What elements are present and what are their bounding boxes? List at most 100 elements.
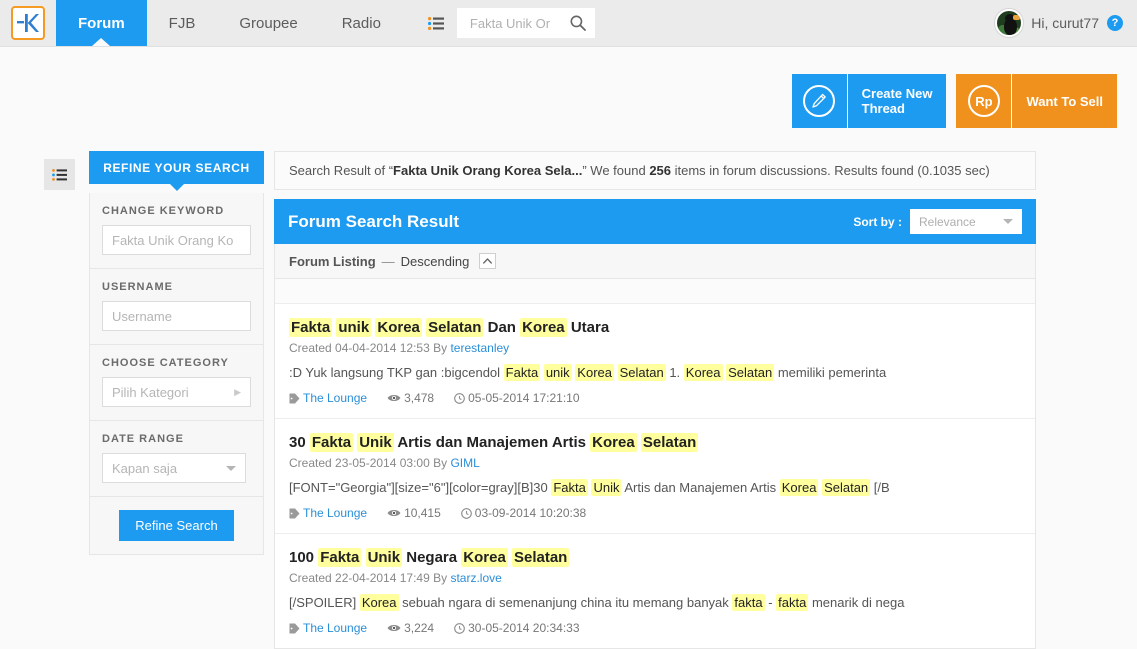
refine-field-category: CHOOSE CATEGORY Pilih Kategori ▶ — [90, 345, 263, 421]
result-created-line: Created 04-04-2014 12:53 By terestanley — [289, 341, 1021, 355]
clock-icon — [454, 622, 465, 634]
tag-icon — [289, 393, 300, 403]
chevron-right-icon: ▶ — [234, 386, 241, 397]
highlighted-term: Korea — [375, 318, 422, 337]
pencil-circle — [803, 85, 836, 117]
refine-field-keyword: CHANGE KEYWORD — [90, 193, 263, 269]
result-category[interactable]: The Lounge — [289, 621, 367, 635]
highlighted-term: Selatan — [726, 364, 775, 381]
summary-suffix: items in forum discussions. Results foun… — [671, 163, 990, 178]
result-author-link[interactable]: GIML — [450, 456, 479, 470]
kaskus-k-glyph — [17, 14, 39, 32]
summary-mid: ” We found — [582, 163, 650, 178]
text-fragment: Utara — [566, 319, 610, 336]
text-fragment: :D Yuk langsung TKP gan :bigcendol — [289, 365, 504, 380]
highlighted-term: Fakta — [309, 433, 354, 452]
sort-by-select[interactable]: Relevance — [910, 209, 1022, 234]
results-list: Fakta unik Korea Selatan Dan Korea Utara… — [274, 279, 1036, 649]
category-list-icon[interactable] — [421, 8, 451, 38]
search-result-item[interactable]: 30 Fakta Unik Artis dan Manajemen Artis … — [275, 419, 1035, 534]
refine-your-search-tab[interactable]: REFINE YOUR SEARCH — [89, 151, 264, 191]
search-result-item[interactable]: Fakta unik Korea Selatan Dan Korea Utara… — [275, 304, 1035, 419]
result-category[interactable]: The Lounge — [289, 391, 367, 405]
want-to-sell-button[interactable]: Rp Want To Sell — [956, 74, 1117, 128]
result-views: 10,415 — [387, 506, 441, 520]
help-icon[interactable]: ? — [1107, 15, 1123, 31]
result-created-label: Created 22-04-2014 17:49 By — [289, 571, 451, 585]
nav-search-box[interactable] — [456, 8, 595, 38]
highlighted-term: Unik — [591, 479, 622, 496]
result-category-link[interactable]: The Lounge — [303, 621, 367, 635]
rupiah-circle: Rp — [967, 85, 1000, 117]
highlighted-term: fakta — [776, 594, 809, 611]
result-category-link[interactable]: The Lounge — [303, 506, 367, 520]
choose-category-label: CHOOSE CATEGORY — [102, 357, 229, 369]
create-new-thread-button[interactable]: Create New Thread — [791, 74, 947, 128]
change-keyword-input[interactable] — [102, 225, 251, 255]
result-views-count: 3,478 — [404, 391, 435, 405]
collapse-listing-button[interactable] — [479, 253, 497, 269]
avatar[interactable] — [995, 9, 1024, 37]
chevron-up-icon — [483, 258, 493, 264]
highlighted-term: Selatan — [640, 433, 699, 452]
text-fragment — [361, 549, 365, 566]
change-keyword-label: CHANGE KEYWORD — [102, 205, 225, 217]
username-input[interactable] — [102, 301, 251, 331]
result-created-line: Created 22-04-2014 17:49 By starz.love — [289, 571, 1021, 585]
highlighted-term: Selatan — [822, 479, 871, 496]
result-author-link[interactable]: terestanley — [450, 341, 509, 355]
main-nav-tabs: Forum FJB Groupee Radio — [56, 0, 403, 46]
text-fragment: Dan — [483, 319, 521, 336]
user-menu[interactable]: Hi, curut77 ? — [995, 0, 1137, 46]
result-views: 3,478 — [387, 391, 434, 405]
highlighted-term: Korea — [683, 364, 723, 381]
tag-icon — [289, 623, 300, 633]
result-title[interactable]: 100 Fakta Unik Negara Korea Selatan — [289, 548, 1021, 568]
date-range-select[interactable]: Kapan saja — [102, 453, 246, 483]
choose-category-select[interactable]: Pilih Kategori ▶ — [102, 377, 251, 407]
text-fragment: 30 — [289, 434, 310, 451]
search-input[interactable] — [467, 14, 566, 32]
main-content: REFINE YOUR SEARCH CHANGE KEYWORD USERNA… — [0, 128, 1137, 649]
nav-tab-radio[interactable]: Radio — [320, 0, 403, 46]
search-summary: Search Result of “Fakta Unik Orang Korea… — [274, 151, 1036, 190]
result-category[interactable]: The Lounge — [289, 506, 367, 520]
sidebar-toggle-button[interactable] — [44, 159, 75, 190]
text-fragment: Artis dan Manajemen Artis — [621, 480, 780, 495]
result-meta: The Lounge 3,478 05-05-2014 17:21:10 — [289, 391, 1021, 405]
result-category-link[interactable]: The Lounge — [303, 391, 367, 405]
nav-tab-forum[interactable]: Forum — [56, 0, 147, 46]
active-tab-notch — [92, 38, 111, 46]
result-date-value: 03-09-2014 10:20:38 — [474, 506, 587, 520]
sort-by-label: Sort by : — [853, 214, 902, 229]
nav-tab-fjb[interactable]: FJB — [147, 0, 218, 46]
text-fragment: menarik di nega — [808, 595, 905, 610]
eye-icon — [387, 395, 401, 401]
kaskus-logo-icon[interactable] — [11, 6, 45, 40]
highlighted-term: Unik — [357, 433, 394, 452]
result-views-count: 3,224 — [404, 621, 435, 635]
highlighted-term: Korea — [359, 594, 399, 611]
summary-query: Fakta Unik Orang Korea Sela... — [393, 163, 583, 178]
nav-tab-groupee[interactable]: Groupee — [217, 0, 319, 46]
choose-category-value: Pilih Kategori — [112, 384, 189, 400]
result-created-label: Created 04-04-2014 12:53 By — [289, 341, 451, 355]
highlighted-term: Korea — [779, 479, 819, 496]
refine-search-button[interactable]: Refine Search — [119, 510, 234, 541]
results-top-spacer — [275, 279, 1035, 304]
highlighted-term: Fakta — [551, 479, 588, 496]
refine-footer: Refine Search — [90, 497, 263, 554]
result-title[interactable]: Fakta unik Korea Selatan Dan Korea Utara — [289, 318, 1021, 338]
results-title: Forum Search Result — [288, 211, 459, 231]
highlighted-term: Korea — [575, 364, 614, 381]
site-logo[interactable] — [0, 0, 56, 46]
list-icon-glyph — [427, 16, 444, 30]
results-header: Forum Search Result Sort by : Relevance — [274, 199, 1036, 244]
search-icon[interactable] — [570, 15, 586, 31]
result-title[interactable]: 30 Fakta Unik Artis dan Manajemen Artis … — [289, 433, 1021, 453]
result-author-link[interactable]: starz.love — [450, 571, 501, 585]
highlighted-term: Korea — [461, 548, 508, 567]
search-result-item[interactable]: 100 Fakta Unik Negara Korea Selatan Creat… — [275, 534, 1035, 648]
result-date: 30-05-2014 20:34:33 — [454, 621, 580, 635]
result-created-label: Created 23-05-2014 03:00 By — [289, 456, 451, 470]
